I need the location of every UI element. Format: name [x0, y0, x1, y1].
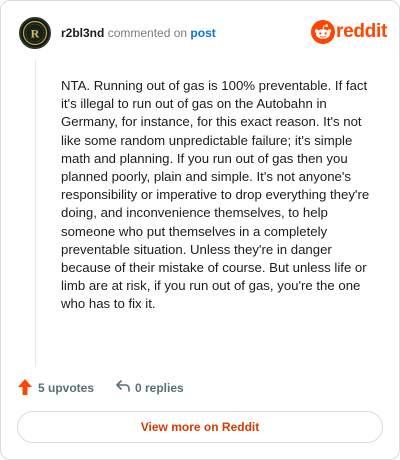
avatar[interactable]: R	[19, 17, 51, 49]
reddit-snoo-icon	[311, 20, 335, 44]
comment-actions: 5 upvotes 0 replies	[17, 377, 317, 397]
view-more-button[interactable]: View more on Reddit	[17, 411, 383, 443]
reply-arrow-icon	[116, 380, 130, 392]
avatar-emblem-icon: R	[22, 20, 48, 46]
comment-body: NTA. Running out of gas is 100% preventa…	[61, 78, 370, 312]
avatar-letter: R	[31, 27, 40, 41]
action-text: commented on	[107, 26, 188, 40]
embed-card: R r2bl3nd commented on post reddit NTA.	[0, 0, 400, 460]
reddit-logo[interactable]: reddit	[311, 20, 387, 48]
username-link[interactable]: r2bl3nd	[61, 26, 104, 40]
reply-count: 0 replies	[135, 381, 184, 395]
comment-meta: r2bl3nd commented on post	[61, 26, 216, 40]
upvote-arrow-icon	[18, 379, 32, 395]
comment-header: R r2bl3nd commented on post reddit	[17, 17, 387, 53]
thread-line	[35, 59, 36, 367]
reddit-wordmark: reddit	[336, 21, 387, 42]
post-link[interactable]: post	[190, 26, 215, 40]
upvote-count: 5 upvotes	[38, 381, 95, 395]
